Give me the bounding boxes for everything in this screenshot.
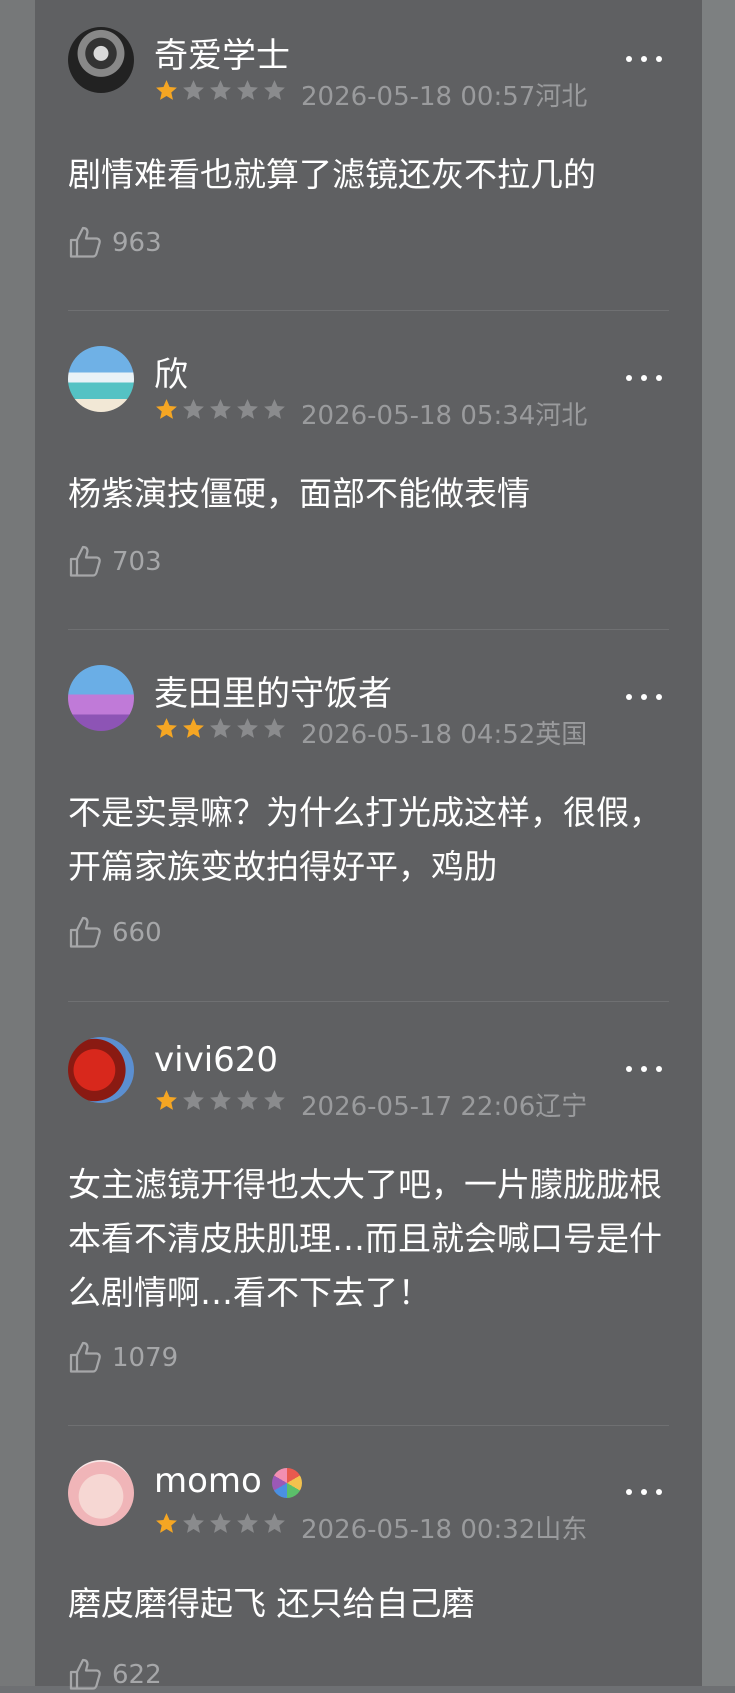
more-dots-icon[interactable] [626, 373, 662, 383]
review-text: 杨紫演技僵硬，面部不能做表情 [68, 474, 530, 513]
thumbs-up-icon [69, 1658, 101, 1690]
star-icon [237, 718, 258, 738]
review-meta: 2026-05-18 04:52英国 [301, 714, 587, 751]
review-text: 女主滤镜开得也太大了吧，一片朦胧胧根本看不清皮肤肌理…而且就会喊口号是什么剧情啊… [68, 1165, 662, 1312]
star-rating [154, 1088, 287, 1113]
like-count: 703 [112, 547, 162, 577]
star-icon [183, 80, 204, 100]
avatar[interactable] [68, 1037, 134, 1103]
review-location: 山东 [535, 1515, 588, 1545]
star-rating [154, 716, 287, 741]
divider [68, 310, 669, 311]
review-location: 英国 [535, 720, 588, 750]
star-rating [154, 78, 287, 103]
review-item: momo 2026-05-18 00:32山东 磨皮磨得起飞 还只给自己磨 62… [35, 1433, 702, 1690]
star-icon [156, 718, 177, 738]
review-item: 麦田里的守饭者 2026-05-18 04:52英国 不是实景嘛？为什么打光成这… [35, 638, 702, 1010]
star-icon [210, 718, 231, 738]
divider [68, 629, 669, 630]
thumbs-up-icon [69, 916, 101, 948]
divider [68, 1425, 669, 1426]
review-meta: 2026-05-18 00:32山东 [301, 1509, 587, 1546]
review-item: 欣 2026-05-18 05:34河北 杨紫演技僵硬，面部不能做表情 703 [35, 319, 702, 637]
review-meta: 2026-05-18 05:34河北 [301, 395, 587, 432]
review-text: 磨皮磨得起飞 还只给自己磨 [68, 1584, 475, 1623]
star-icon [264, 80, 285, 100]
review-meta: 2026-05-17 22:06辽宁 [301, 1086, 587, 1123]
review-date: 2026-05-18 00:57 [301, 82, 536, 112]
more-dots-icon[interactable] [626, 1487, 662, 1497]
star-icon [210, 1513, 231, 1533]
review-location: 辽宁 [535, 1092, 588, 1122]
like-button[interactable]: 963 [68, 225, 162, 261]
star-icon [264, 1090, 285, 1110]
review-item: 奇爱学士 2026-05-18 00:57河北 剧情难看也就算了滤镜还灰不拉几的… [35, 0, 702, 311]
star-icon [264, 1513, 285, 1533]
thumbs-up-icon [69, 226, 101, 258]
star-icon [156, 1513, 177, 1533]
avatar[interactable] [68, 27, 134, 93]
like-count: 1079 [112, 1343, 179, 1373]
review-text: 剧情难看也就算了滤镜还灰不拉几的 [68, 155, 596, 194]
star-icon [156, 1090, 177, 1110]
star-icon [237, 1090, 258, 1110]
star-icon [183, 399, 204, 419]
star-icon [210, 399, 231, 419]
review-date: 2026-05-18 00:32 [301, 1515, 536, 1545]
avatar[interactable] [68, 346, 134, 412]
badge-icon [271, 1467, 302, 1498]
star-icon [264, 399, 285, 419]
review-text: 不是实景嘛？为什么打光成这样，很假，开篇家族变故拍得好平，鸡肋 [68, 793, 662, 886]
review-date: 2026-05-18 04:52 [301, 720, 536, 750]
username[interactable]: 欣 [154, 347, 188, 396]
like-button[interactable]: 660 [68, 915, 162, 951]
more-dots-icon[interactable] [626, 54, 662, 64]
username[interactable]: 奇爱学士 [154, 28, 290, 77]
star-icon [210, 80, 231, 100]
like-button[interactable]: 1079 [68, 1340, 178, 1376]
review-date: 2026-05-17 22:06 [301, 1092, 536, 1122]
star-icon [156, 80, 177, 100]
background-left [0, 0, 35, 1686]
star-icon [183, 1090, 204, 1110]
review-meta: 2026-05-18 00:57河北 [301, 76, 587, 113]
like-button[interactable]: 622 [68, 1657, 162, 1693]
username-text: momo [154, 1461, 262, 1501]
like-count: 660 [112, 918, 162, 948]
star-icon [183, 1513, 204, 1533]
more-dots-icon[interactable] [626, 692, 662, 702]
star-icon [237, 80, 258, 100]
review-item: vivi620 2026-05-17 22:06辽宁 女主滤镜开得也太大了吧，一… [35, 1010, 702, 1433]
like-count: 963 [112, 228, 162, 258]
divider [68, 1001, 669, 1002]
like-button[interactable]: 703 [68, 544, 162, 580]
username[interactable]: 麦田里的守饭者 [154, 666, 392, 715]
star-rating [154, 1511, 287, 1536]
avatar[interactable] [68, 1460, 134, 1526]
review-list: 奇爱学士 2026-05-18 00:57河北 剧情难看也就算了滤镜还灰不拉几的… [35, 0, 702, 1690]
review-location: 河北 [535, 82, 588, 112]
star-icon [237, 399, 258, 419]
review-location: 河北 [535, 401, 588, 431]
star-icon [264, 718, 285, 738]
username[interactable]: vivi620 [154, 1040, 278, 1080]
star-icon [210, 1090, 231, 1110]
review-date: 2026-05-18 05:34 [301, 401, 536, 431]
avatar[interactable] [68, 665, 134, 731]
username[interactable]: momo [154, 1461, 302, 1501]
more-dots-icon[interactable] [626, 1064, 662, 1074]
thumbs-up-icon [69, 545, 101, 577]
star-rating [154, 397, 287, 422]
star-icon [237, 1513, 258, 1533]
star-icon [183, 718, 204, 738]
thumbs-up-icon [69, 1341, 101, 1373]
star-icon [156, 399, 177, 419]
background-right [702, 0, 735, 1686]
